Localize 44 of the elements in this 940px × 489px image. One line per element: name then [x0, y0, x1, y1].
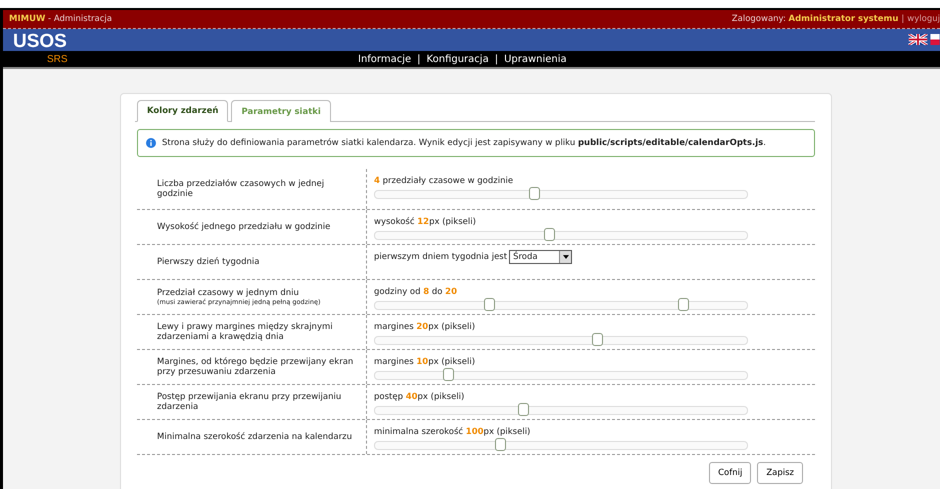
setting-label: Liczba przedziałów czasowych w jednej godzinie	[157, 179, 326, 199]
slider-thumb[interactable]	[592, 333, 604, 346]
nav-link[interactable]: Konfiguracja	[426, 54, 489, 64]
uk-flag-icon[interactable]	[908, 34, 928, 45]
info-text: Strona służy do definiowania parametrów siatki kalendarza. Wynik edycji jest zapisywany w pliku public/scripts/editable/calendarOpts.js.	[162, 138, 766, 148]
login-text: Zalogowany: Administrator systemu	[732, 14, 898, 24]
slider-thumb[interactable]	[443, 368, 454, 381]
setting-caption: margines 20px (pikseli)	[374, 322, 476, 332]
nav-link[interactable]: Informacje	[358, 54, 412, 64]
separator-text: |	[494, 54, 498, 64]
slider-thumb[interactable]	[518, 403, 529, 416]
setting-caption: minimalna szerokość 100px (pikseli)	[374, 426, 530, 436]
slider-thumb[interactable]	[484, 298, 496, 311]
setting-caption: godziny od 8 do 20	[374, 286, 457, 296]
setting-label: Wysokość jednego przedziału w godzinie	[157, 222, 332, 232]
nav-link[interactable]: Uprawnienia	[504, 54, 567, 64]
setting-label: Margines, od którego będzie przewijany ekran przy przesuwaniu zdarzenia	[157, 357, 354, 377]
caret-icon	[562, 255, 569, 259]
logo-text: USOS	[13, 32, 67, 51]
form-button[interactable]: Cofnij	[709, 462, 752, 484]
tab[interactable]: Kolory zdarzeń	[137, 100, 228, 122]
setting-caption: pierwszym dniem tygodnia jest	[374, 252, 508, 262]
separator-text: |	[417, 54, 421, 64]
separator-text: |	[901, 14, 904, 24]
info-icon	[146, 138, 156, 148]
sublogo-text: SRS	[47, 54, 69, 64]
setting-label: Lewy i prawy margines między skrajnymi zdarzeniami a krawędzią dnia	[157, 322, 334, 342]
slider-thumb[interactable]	[528, 187, 540, 200]
logout-link[interactable]: wyloguj	[907, 14, 940, 24]
setting-label: Pierwszy dzień tygodnia	[157, 257, 260, 267]
day-select[interactable]: Środa	[509, 250, 572, 264]
poland-flag-icon[interactable]	[930, 34, 940, 45]
setting-label: Przedział czasowy w jednym dniu	[157, 288, 300, 298]
setting-caption: wysokość 12px (pikseli)	[374, 216, 476, 226]
setting-label: Postęp przewijania ekranu przy przewijaniu zdarzenia	[157, 392, 342, 412]
setting-caption: margines 10px (pikseli)	[374, 356, 476, 366]
slider-thumb[interactable]	[495, 438, 506, 451]
slider-thumb[interactable]	[678, 298, 689, 311]
slider-thumb[interactable]	[544, 228, 555, 241]
setting-caption: postęp 40px (pikseli)	[374, 392, 464, 402]
site-title: MIMUW - Administracja	[9, 14, 112, 24]
setting-caption: 4 przedziały czasowe w godzinie	[374, 176, 514, 186]
setting-label: Minimalna szerokość zdarzenia na kalendarzu	[157, 432, 353, 442]
form-button[interactable]: Zapisz	[757, 462, 803, 484]
